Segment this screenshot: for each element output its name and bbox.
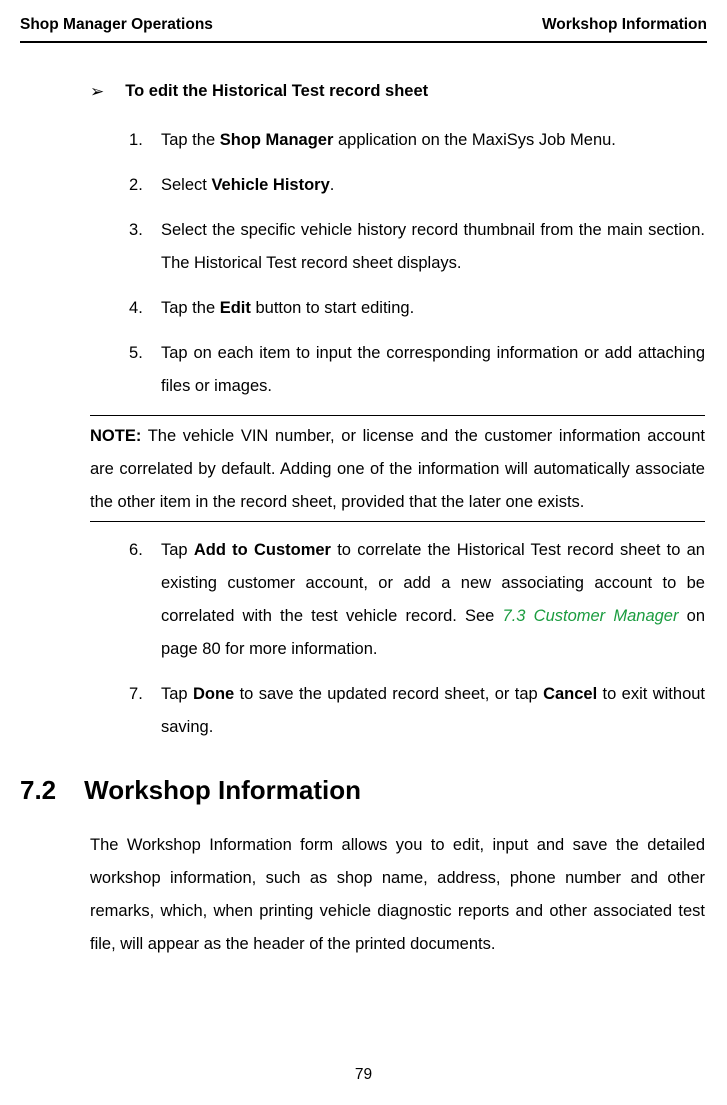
step-item: Tap on each item to input the correspond… bbox=[129, 337, 705, 403]
step-item: Tap the Shop Manager application on the … bbox=[129, 124, 705, 157]
section-number: 7.2 bbox=[20, 766, 56, 815]
step-item: Tap Done to save the updated record shee… bbox=[129, 678, 705, 744]
steps-list-continued: Tap Add to Customer to correlate the His… bbox=[90, 534, 705, 744]
procedure-title: To edit the Historical Test record sheet bbox=[125, 76, 428, 107]
step-item: Select the specific vehicle history reco… bbox=[129, 214, 705, 280]
note-text: The vehicle VIN number, or license and t… bbox=[90, 427, 705, 511]
header-right: Workshop Information bbox=[542, 10, 707, 39]
note-label: NOTE: bbox=[90, 427, 141, 445]
step-item: Select Vehicle History. bbox=[129, 169, 705, 202]
header-left: Shop Manager Operations bbox=[20, 10, 213, 39]
triangle-bullet-icon: ➢ bbox=[90, 76, 104, 108]
page-number: 79 bbox=[0, 1060, 727, 1089]
main-content: ➢ To edit the Historical Test record she… bbox=[20, 75, 707, 961]
running-header: Shop Manager Operations Workshop Informa… bbox=[20, 10, 707, 43]
procedure-heading: ➢ To edit the Historical Test record she… bbox=[90, 75, 705, 107]
step-item: Tap the Edit button to start editing. bbox=[129, 292, 705, 325]
section-heading: 7.2 Workshop Information bbox=[20, 766, 705, 815]
note-box: NOTE: The vehicle VIN number, or license… bbox=[90, 415, 705, 522]
section-title: Workshop Information bbox=[84, 766, 361, 815]
step-item: Tap Add to Customer to correlate the His… bbox=[129, 534, 705, 666]
page-container: Shop Manager Operations Workshop Informa… bbox=[0, 0, 727, 961]
section-body: The Workshop Information form allows you… bbox=[90, 829, 705, 961]
cross-reference-link[interactable]: 7.3 Customer Manager bbox=[503, 607, 679, 625]
steps-list: Tap the Shop Manager application on the … bbox=[90, 124, 705, 403]
